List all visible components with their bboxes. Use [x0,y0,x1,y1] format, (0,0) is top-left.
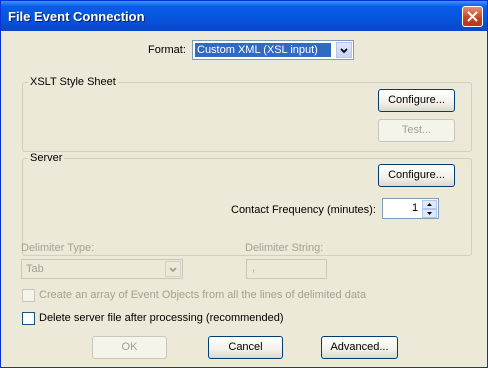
close-button[interactable] [462,6,483,27]
xslt-test-button[interactable]: Test... [378,119,455,142]
title-bar[interactable]: File Event Connection [1,1,487,31]
delimiter-string-label: Delimiter String: [245,242,324,254]
delimiter-type-label: Delimiter Type: [21,242,95,254]
cancel-button[interactable]: Cancel [208,336,283,359]
ok-button[interactable]: OK [92,336,167,359]
dialog-body: Format: Custom XML (XSL input) XSLT Styl… [1,31,487,367]
chevron-down-icon [340,48,348,54]
spin-down-icon [427,212,432,215]
chevron-down-icon [169,267,177,273]
delimiter-string-field[interactable]: , [246,259,327,279]
xslt-configure-button[interactable]: Configure... [378,89,455,112]
delimiter-type-select[interactable]: Tab [21,259,183,279]
create-array-label: Create an array of Event Objects from al… [39,289,367,301]
delete-server-file-label: Delete server file after processing (rec… [39,312,284,324]
contact-frequency-label: Contact Frequency (minutes): [231,204,376,216]
delimiter-type-value: Tab [26,263,44,275]
format-label: Format: [148,44,186,56]
server-configure-button[interactable]: Configure... [378,164,455,187]
delete-server-file-checkbox[interactable] [22,312,35,325]
delimiter-type-dropdown-arrow[interactable] [165,261,181,277]
advanced-button[interactable]: Advanced... [321,336,398,359]
xslt-group-title: XSLT Style Sheet [28,76,118,88]
spin-up-button[interactable] [422,200,437,209]
spin-up-icon [427,203,432,206]
format-selected-value: Custom XML (XSL input) [195,43,331,57]
delimiter-string-value: , [252,262,256,274]
server-group-title: Server [28,152,65,164]
close-icon [467,11,478,22]
dialog-window: File Event Connection Format: Custom XML… [0,0,488,368]
create-array-checkbox[interactable] [22,289,35,302]
contact-frequency-stepper[interactable]: 1 [382,198,439,219]
window-title: File Event Connection [8,9,145,24]
contact-frequency-value: 1 [412,202,419,214]
spin-down-button[interactable] [422,209,437,218]
format-dropdown-arrow[interactable] [336,42,352,58]
format-select[interactable]: Custom XML (XSL input) [192,40,354,60]
